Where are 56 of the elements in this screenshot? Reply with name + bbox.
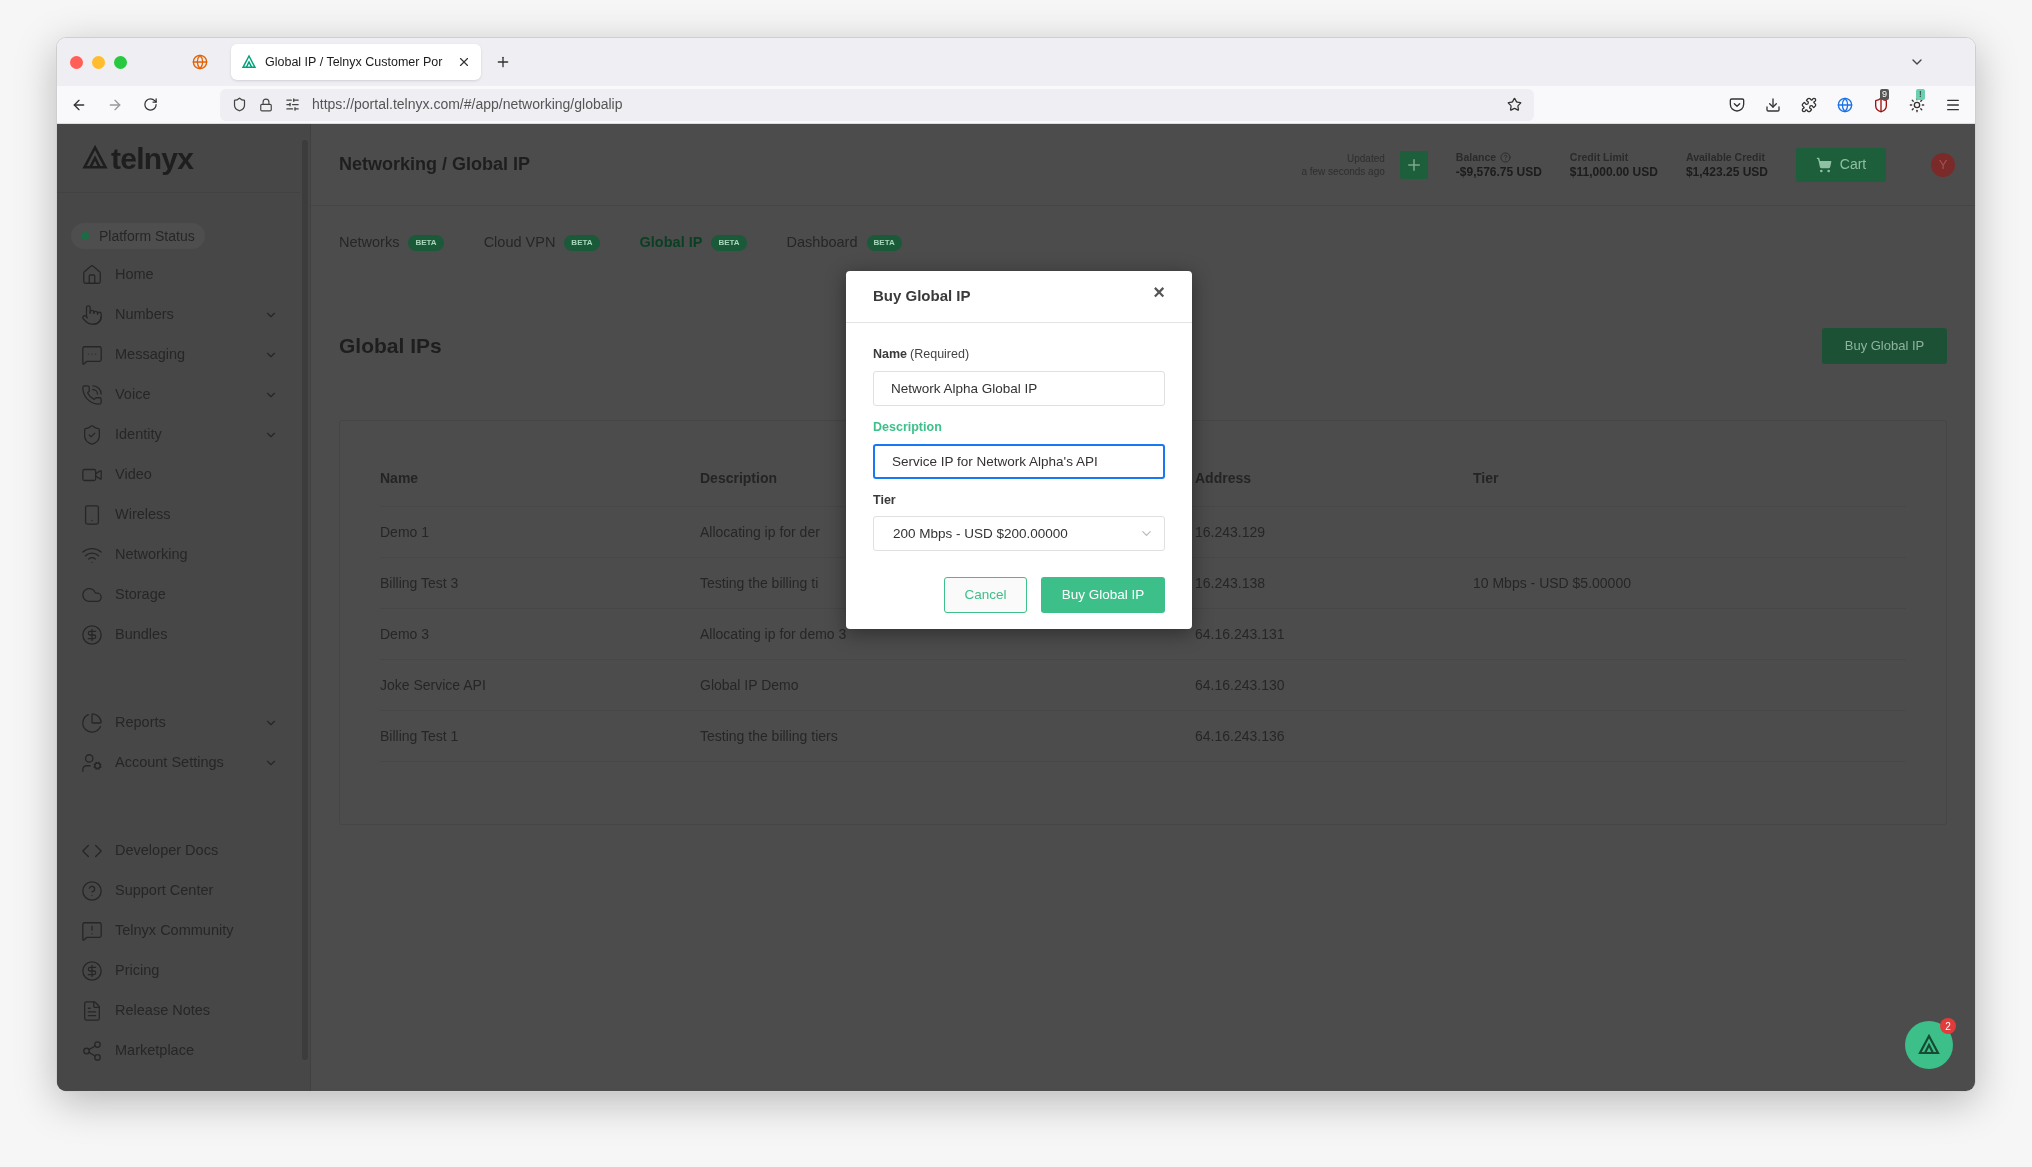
field-label: Description — [873, 418, 942, 436]
keypad-icon — [81, 304, 103, 326]
url-text: https://portal.telnyx.com/#/app/networking/globalip — [312, 95, 623, 114]
logo-icon — [241, 54, 257, 70]
tab-title: Global IP / Telnyx Customer Por — [265, 53, 444, 71]
add-funds-button[interactable] — [1399, 150, 1428, 179]
chat-icon — [81, 920, 103, 942]
input-field[interactable]: Service IP for Network Alpha's API — [873, 443, 1165, 479]
cart-button[interactable]: Cart — [1796, 147, 1886, 182]
bookmark-star-icon[interactable] — [1507, 97, 1522, 112]
logo-icon — [81, 144, 109, 172]
lock-icon[interactable] — [259, 97, 273, 112]
pie-chart-icon — [81, 712, 103, 734]
logo-icon — [1917, 1033, 1941, 1057]
browser-tab[interactable]: Global IP / Telnyx Customer Por — [231, 44, 481, 80]
tier-select[interactable]: 200 Mbps - USD $200.00000 — [873, 516, 1165, 552]
dialog-title: Buy Global IP — [873, 286, 971, 307]
nav-tab[interactable]: Global IP BETA — [639, 232, 747, 254]
user-gear-icon — [81, 752, 103, 774]
beta-badge: BETA — [408, 235, 444, 251]
close-tab-icon[interactable] — [457, 55, 471, 69]
extension-icon[interactable] — [1837, 96, 1853, 113]
new-tab-icon[interactable] — [495, 54, 511, 70]
reload-icon[interactable] — [143, 97, 158, 112]
help-icon — [81, 880, 103, 902]
beta-badge: BETA — [564, 235, 600, 251]
home-icon — [81, 264, 103, 286]
phone-icon — [81, 384, 103, 406]
buy-global-ip-button[interactable]: Buy Global IP — [1041, 577, 1165, 614]
extension-badge: ! — [1916, 88, 1925, 100]
nodes-icon — [81, 1040, 103, 1062]
buy-global-ip-button[interactable]: Buy Global IP — [1822, 328, 1947, 364]
browser-logo-icon[interactable] — [192, 54, 208, 70]
field-hint: (Required) — [910, 346, 970, 363]
dollar-icon — [81, 960, 103, 982]
close-button[interactable]: × — [1153, 281, 1165, 302]
extension-badge: 9 — [1880, 88, 1889, 100]
field-label: Name — [873, 346, 908, 363]
document-icon — [81, 1000, 103, 1022]
input-field[interactable]: Network Alpha Global IP — [873, 370, 1165, 406]
close-window-button[interactable] — [70, 55, 83, 69]
shield-icon — [81, 424, 103, 446]
shield-extension-icon[interactable] — [1873, 96, 1889, 113]
cancel-button[interactable]: Cancel — [944, 577, 1027, 614]
pocket-icon[interactable] — [1729, 96, 1745, 113]
extensions-icon[interactable] — [1801, 96, 1817, 113]
chat-icon — [81, 344, 103, 366]
shield-icon[interactable] — [232, 97, 247, 112]
field-label: Tier — [873, 491, 896, 509]
permissions-icon[interactable] — [285, 97, 300, 112]
beta-badge: BETA — [711, 235, 747, 251]
dollar-icon — [81, 624, 103, 646]
beta-badge: BETA — [866, 235, 902, 251]
download-icon[interactable] — [1765, 96, 1781, 113]
cart-icon — [1815, 156, 1832, 173]
address-bar[interactable]: https://portal.telnyx.com/#/app/networking/globalip — [220, 88, 1534, 121]
